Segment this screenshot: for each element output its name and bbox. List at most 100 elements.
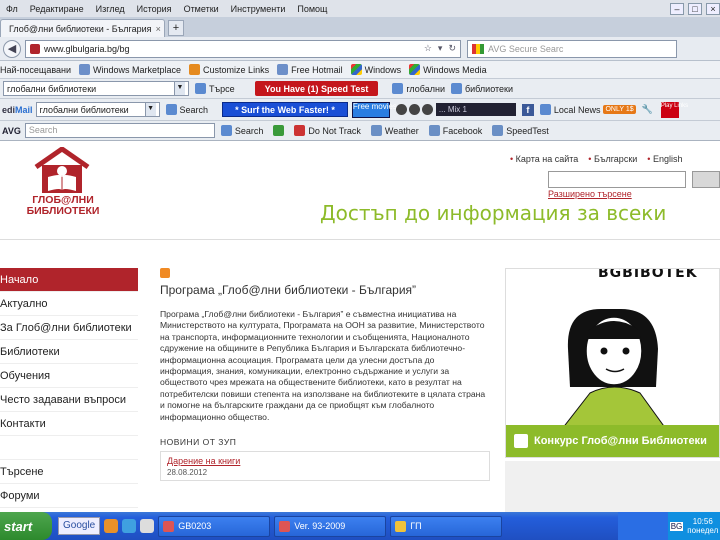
task-gb0203[interactable]: GB0203 [158,515,271,537]
tab-close-icon[interactable]: × [156,24,161,34]
avg-search-input[interactable]: Search [24,123,215,138]
new-tab-button[interactable]: + [168,20,184,36]
nav-item-search[interactable]: Търсене [0,460,138,484]
toolbar-search-button[interactable]: Търсе [195,83,235,94]
menu-tools[interactable]: Инструменти [231,4,286,14]
toolbar-query-combo[interactable]: глобални библиотеки ▼ [3,81,189,96]
site-search-button[interactable] [692,171,720,188]
next-icon[interactable] [421,104,433,115]
menu-history[interactable]: История [137,4,172,14]
windows-logo-icon [409,64,421,75]
radio-mix-display[interactable]: ... Mix 1 [435,103,516,116]
minimize-icon[interactable]: – [670,2,684,15]
prev-icon[interactable] [395,104,407,115]
star-icon[interactable]: ☆ [424,43,432,54]
nav-item-home[interactable]: Начало [0,268,138,292]
speed-test-alert-button[interactable]: You Have (1) Speed Test [254,81,379,96]
menu-bar: Фл Редактиране Изглед История Отметки Ин… [0,0,720,17]
google-button[interactable]: Google [58,517,101,535]
start-button[interactable]: start [0,512,52,540]
address-bar[interactable]: www.glbulgaria.bg/bg ☆ ▾ ↻ [25,39,461,58]
surf-faster-button[interactable]: * Surf the Web Faster! * [222,102,348,117]
site-logo[interactable]: ГЛОБ@ЛНИ БИБЛИОТЕКИ [18,147,108,217]
site-search-input[interactable] [548,171,686,188]
free-movies-button[interactable]: Free movies [351,101,397,118]
bookmark-marketplace[interactable]: Windows Marketplace [79,64,181,75]
bookmark-customize-links[interactable]: Customize Links [189,64,269,75]
advanced-search-link[interactable]: Разширено търсене [548,189,632,199]
weather-icon [370,125,382,136]
toolbar-item-globalni[interactable]: глобални [392,83,445,94]
nav-item-news[interactable]: Актуално [0,292,138,316]
system-tray: BG 10:56 понедел [668,512,720,540]
browser-icon[interactable] [122,519,137,533]
tab-active[interactable]: Глоб@лни библиотеки - България × [0,19,165,37]
rss-icon[interactable] [160,268,170,278]
menu-view[interactable]: Изглед [96,4,125,14]
back-button[interactable]: ◀ [3,39,21,58]
web-search-box[interactable]: AVG Secure Searc [467,39,677,58]
top-links: Карта на сайта Български English [510,154,683,164]
bookmark-icon [79,64,91,75]
menu-file[interactable]: Фл [6,4,18,14]
nav-item-faq[interactable]: Често задавани въпроси [0,388,138,412]
program-title: Програма „Глоб@лни библиотеки - България… [160,283,417,297]
menu-help[interactable]: Помощ [297,4,327,14]
bookmark-hotmail[interactable]: Free Hotmail [277,64,343,75]
nav-item-about[interactable]: За Глоб@лни библиотеки [0,316,138,340]
search-label: Търсе [209,83,235,94]
web-page: ГЛОБ@ЛНИ БИБЛИОТЕКИ Карта на сайта Бълга… [0,141,720,512]
bookmark-most-visited[interactable]: Най-посещавани [0,65,71,75]
language-indicator[interactable]: BG [669,521,684,531]
site-favicon-icon [30,43,40,54]
bookmark-windows[interactable]: Windows [350,64,401,75]
english-link[interactable]: English [647,154,683,164]
avg-secure-icon-button[interactable] [273,125,285,136]
menu-edit[interactable]: Редактиране [30,4,84,14]
firefox-icon[interactable] [104,519,119,533]
news-link[interactable]: Дарение на книги [167,456,483,466]
chevron-down-icon[interactable]: ▼ [174,82,185,95]
bulgarian-link[interactable]: Български [588,154,637,164]
play-links-button[interactable]: Play Links [660,101,688,118]
task-folder[interactable]: ГП [390,515,503,537]
weather-button[interactable]: Weather [370,125,419,136]
local-news-button[interactable]: Local News [539,104,600,115]
speedtest-button[interactable]: SpeedTest [492,125,549,136]
bookmark-windows-media[interactable]: Windows Media [409,64,487,75]
dropdown-icon[interactable]: ▾ [438,43,443,54]
do-not-track-button[interactable]: Do Not Track [294,125,361,136]
offer-badge[interactable]: ONLY 1$ [603,105,636,114]
incredimail-logo[interactable]: ediMail [2,105,33,115]
nav-item-contacts[interactable]: Контакти [0,412,138,436]
chevron-down-icon[interactable]: ▼ [144,103,156,116]
brand-part-b: Mail [15,104,33,115]
facebook-button[interactable]: Facebook [428,125,482,136]
task-ver-93[interactable]: Ver. 93-2009 [274,515,387,537]
toolbar2-search-button[interactable]: Search [165,104,208,115]
sitemap-link[interactable]: Карта на сайта [510,154,579,164]
clock-time: 10:56 [692,517,713,526]
toolbar-item-biblioteki[interactable]: библиотеки [451,83,513,94]
search-engine-icon[interactable] [472,43,484,54]
play-icon[interactable] [408,104,420,115]
task-label: Ver. 93-2009 [294,521,346,531]
contest-banner[interactable]: BGBIBOTEK Конкурс Глоб@лни Библиотеки [505,268,720,458]
facebook-icon[interactable]: f [521,103,534,116]
tab-strip: Глоб@лни библиотеки - България × + [0,17,720,37]
nav-item-trainings[interactable]: Обучения [0,364,138,388]
avg-search-button[interactable]: Search [220,125,263,136]
app-icon[interactable] [140,519,155,533]
clock[interactable]: 10:56 понедел [687,517,718,535]
toolbar-icon [392,83,404,94]
wrench-icon[interactable]: 🔧 [642,104,653,115]
maximize-icon[interactable]: □ [688,2,702,15]
bookmark-label: Customize Links [203,64,270,75]
menu-bookmarks[interactable]: Отметки [184,4,219,14]
avg-logo[interactable]: AVG [2,126,21,136]
nav-item-libraries[interactable]: Библиотеки [0,340,138,364]
toolbar2-query-combo[interactable]: глобални библиотеки ▼ [35,102,160,117]
nav-item-forums[interactable]: Форуми [0,484,138,508]
reload-icon[interactable]: ↻ [448,43,456,54]
close-icon[interactable]: × [706,2,720,15]
